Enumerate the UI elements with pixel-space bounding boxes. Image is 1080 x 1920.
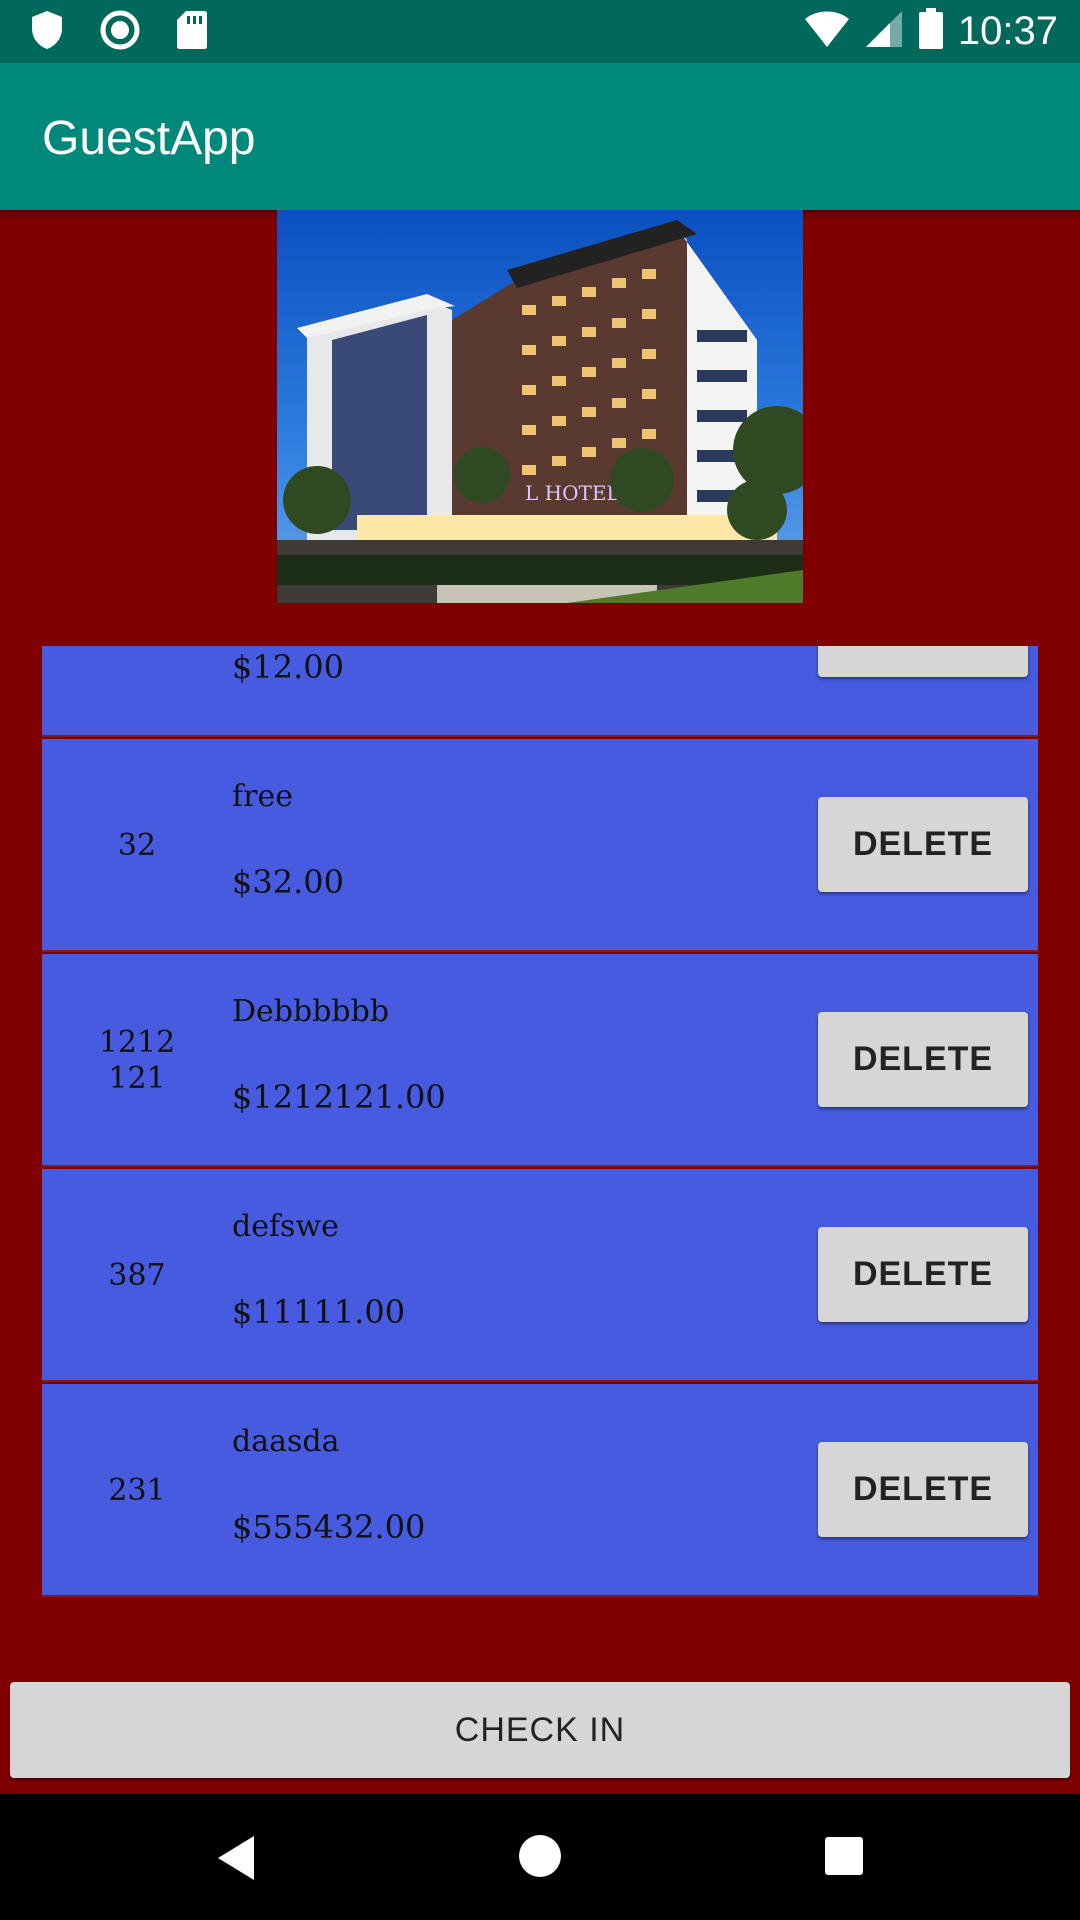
list-item: 12 $12.00 DELETE xyxy=(42,646,1038,737)
navigation-bar xyxy=(0,1794,1080,1920)
list-item: 32 free $32.00 DELETE xyxy=(42,739,1038,952)
recent-apps-icon[interactable] xyxy=(824,1836,864,1881)
list-item: 231 daasda $555432.00 DELETE xyxy=(42,1384,1038,1597)
guest-name: defswe xyxy=(232,1209,339,1244)
guest-room-number: 12 xyxy=(42,646,232,737)
hotel-sign-text: L HOTEL xyxy=(525,481,620,505)
shield-icon xyxy=(30,10,64,55)
delete-button[interactable]: DELETE xyxy=(818,1227,1028,1322)
delete-button[interactable]: DELETE xyxy=(818,797,1028,892)
sd-card-icon xyxy=(176,10,208,55)
list-item: 1212121 Debbbbbb $1212121.00 DELETE xyxy=(42,954,1038,1167)
guest-list[interactable]: 12 $12.00 DELETE 32 free $32.00 DELETE 1… xyxy=(42,646,1038,1626)
guest-room-number: 387 xyxy=(108,1257,166,1293)
guest-price: $12.00 xyxy=(232,648,344,686)
back-icon[interactable] xyxy=(214,1834,258,1887)
guest-price: $1212121.00 xyxy=(232,1078,446,1116)
guest-price: $32.00 xyxy=(232,863,344,901)
app-bar: GuestApp xyxy=(0,63,1080,210)
guest-name: Debbbbbb xyxy=(232,994,390,1029)
list-item: 387 defswe $11111.00 DELETE xyxy=(42,1169,1038,1382)
signal-icon xyxy=(864,9,904,54)
guest-room-number: 32 xyxy=(117,827,157,863)
wifi-icon xyxy=(804,9,850,54)
status-bar: 10:37 xyxy=(0,0,1080,63)
guest-price: $11111.00 xyxy=(232,1293,406,1331)
battery-icon xyxy=(918,8,944,55)
delete-button[interactable]: DELETE xyxy=(818,1442,1028,1537)
guest-room-number: 1212121 xyxy=(98,1024,176,1096)
delete-button[interactable]: DELETE xyxy=(818,646,1028,677)
hotel-image: L HOTEL xyxy=(277,210,803,603)
guest-room-number: 231 xyxy=(108,1472,166,1508)
status-time: 10:37 xyxy=(957,9,1058,53)
guest-name: free xyxy=(232,779,293,814)
home-icon[interactable] xyxy=(518,1834,562,1883)
guest-price: $555432.00 xyxy=(232,1508,426,1546)
check-in-button[interactable]: CHECK IN xyxy=(10,1682,1070,1778)
app-title: GuestApp xyxy=(42,112,256,165)
circle-record-icon xyxy=(100,10,140,55)
delete-button[interactable]: DELETE xyxy=(818,1012,1028,1107)
guest-name: daasda xyxy=(232,1424,340,1459)
